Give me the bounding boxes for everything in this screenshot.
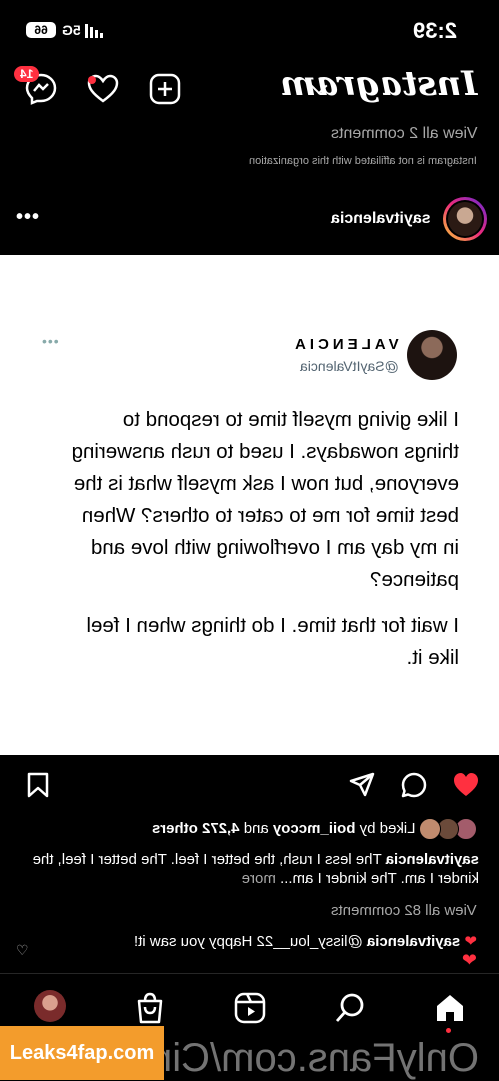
tweet-paragraph-2: I wait for that time. I do things when I… xyxy=(86,614,459,669)
instagram-logo[interactable]: Instagram xyxy=(280,64,477,104)
tweet-author-handle: @SayItValencia xyxy=(300,358,399,374)
tweet-author-name: VALENCIA xyxy=(291,336,399,353)
home-activity-dot xyxy=(446,1028,451,1033)
badge-count: 14 xyxy=(20,67,34,81)
liked-by-prefix: Liked by xyxy=(359,820,415,837)
liked-by-text[interactable]: Liked by boii_mccoy and 4,272 others xyxy=(152,820,416,837)
new-post-icon[interactable] xyxy=(148,72,182,106)
watermark-text: OnlyFans.com/Cin xyxy=(150,1036,479,1080)
liked-by-avatars xyxy=(419,818,477,840)
comment-preview: sayitvalencia @lissy_lou__22 Happy you s… xyxy=(134,932,477,950)
liked-by-user[interactable]: boii_mccoy xyxy=(272,820,355,837)
liked-by-others[interactable]: 4,272 others xyxy=(152,820,240,837)
nav-profile-avatar[interactable] xyxy=(34,990,66,1022)
liker-avatar xyxy=(419,818,441,840)
caption-username[interactable]: sayitvalencia xyxy=(386,851,479,868)
nav-reels-icon[interactable] xyxy=(233,991,267,1025)
more-options-icon[interactable]: ••• xyxy=(16,206,40,229)
watermark-badge: Leaks4fap.com xyxy=(0,1026,164,1080)
notification-badge: 14 xyxy=(14,66,40,82)
comment-text: @lissy_lou__22 Happy you saw it! xyxy=(133,933,363,950)
nav-home-icon[interactable] xyxy=(433,991,467,1025)
comment-like-icon[interactable]: ♡ xyxy=(16,942,29,959)
activity-dot xyxy=(88,76,96,84)
heart-emoji-icon: ❤ xyxy=(461,950,477,970)
caption-more-link[interactable]: more xyxy=(242,870,276,887)
heart-emoji-icon: ❤ xyxy=(464,933,477,950)
signal-icon: 5G xyxy=(62,22,105,39)
save-bookmark-icon[interactable] xyxy=(24,771,52,799)
post-username[interactable]: sayitvalencia xyxy=(331,210,431,228)
view-all-comments[interactable]: View all 82 comments xyxy=(331,902,477,919)
post-avatar[interactable] xyxy=(443,197,487,241)
status-bar: 2:39 66 5G xyxy=(0,0,499,60)
post-image[interactable]: VALENCIA @SayItValencia ••• I like givin… xyxy=(0,255,499,755)
affiliate-note: Instagram is not affiliated with this or… xyxy=(249,155,477,167)
battery-icon: 66 xyxy=(26,22,56,38)
nav-search-icon[interactable] xyxy=(333,991,367,1025)
post-caption: sayitvalencia The less I rush, the bette… xyxy=(19,850,479,888)
liked-by-and: and xyxy=(243,820,269,837)
previous-view-comments[interactable]: View all 2 comments xyxy=(331,125,477,143)
share-send-icon[interactable] xyxy=(348,771,376,799)
tweet-avatar xyxy=(407,330,457,380)
network-label: 5G xyxy=(62,22,81,38)
tweet-paragraph-1: I like giving myself time to respond to … xyxy=(71,408,459,591)
like-heart-icon[interactable] xyxy=(452,771,480,799)
tweet-text: I like giving myself time to respond to … xyxy=(65,404,459,688)
nav-shop-icon[interactable] xyxy=(133,991,167,1025)
tweet-more-icon: ••• xyxy=(42,333,60,349)
signal-bars-icon xyxy=(84,24,103,39)
comment-icon[interactable] xyxy=(400,771,428,799)
status-time: 2:39 xyxy=(412,18,457,43)
comment-username[interactable]: sayitvalencia xyxy=(367,933,460,950)
